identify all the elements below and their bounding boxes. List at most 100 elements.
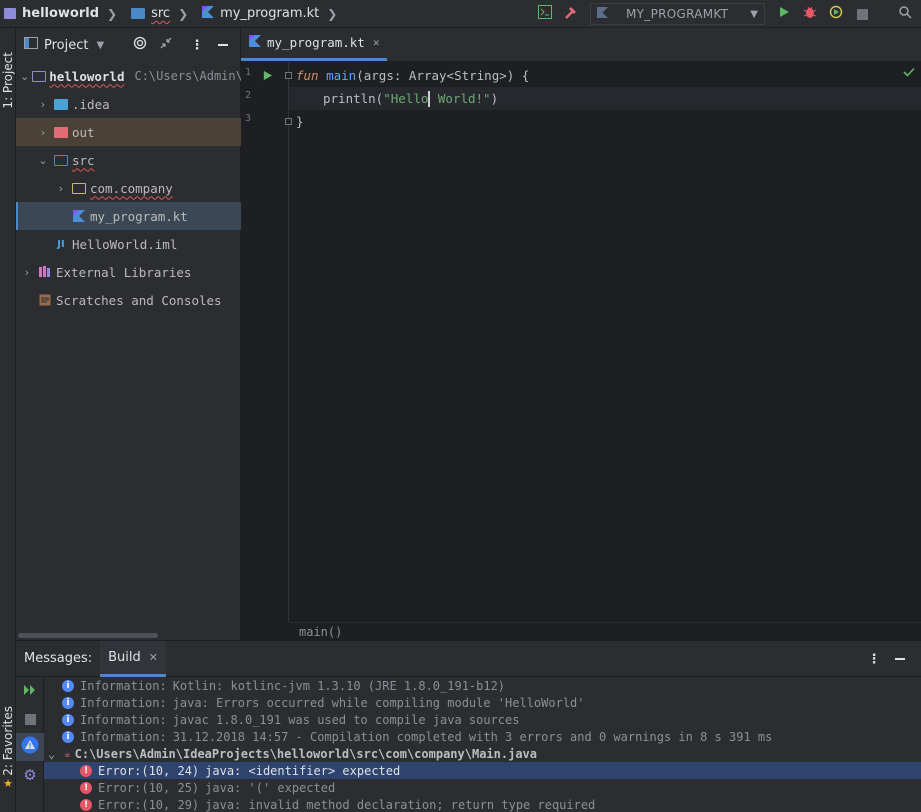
chevron-right-icon[interactable]: › — [36, 126, 50, 139]
list-item-error[interactable]: ! Error:(10, 29) java: invalid method de… — [44, 796, 921, 812]
message-kind: Error:(10, 25) — [98, 780, 200, 795]
breadcrumb-file[interactable]: my_program.kt ❯ — [198, 0, 347, 28]
function-call: println( — [323, 91, 384, 106]
editor-breadcrumb[interactable]: main() — [289, 622, 921, 640]
message-kind: Information: — [80, 678, 167, 693]
run-button[interactable] — [772, 2, 796, 26]
list-item-file[interactable]: ⌄ ☕ C:\Users\Admin\IdeaProjects\hellowor… — [44, 745, 921, 762]
chevron-down-icon[interactable]: ⌄ — [36, 154, 50, 167]
messages-panel: Messages: Build ✕ ⋮ ⚙ i Information: Kot… — [16, 640, 921, 812]
line-number: 2 — [245, 90, 252, 101]
kotlin-file-icon — [202, 5, 215, 22]
breadcrumb-project[interactable]: helloworld ❯ — [0, 0, 127, 28]
editor-tabs: my_program.kt ✕ — [241, 28, 921, 62]
tree-item-label: External Libraries — [56, 264, 192, 280]
message-kind: Error:(10, 24) — [98, 763, 200, 778]
kebab-menu-icon: ⋮ — [867, 651, 881, 667]
list-item[interactable]: i Information: 31.12.2018 14:57 - Compil… — [44, 728, 921, 745]
code-line-2: println("Hello World!") — [289, 87, 921, 110]
rerun-button[interactable] — [16, 677, 44, 705]
breadcrumb-file-label: my_program.kt — [220, 6, 320, 21]
chevron-down-icon[interactable]: ▼ — [96, 40, 104, 51]
tree-item-external-libraries[interactable]: › External Libraries — [16, 258, 241, 286]
message-kind: Error:(10, 29) — [98, 797, 200, 812]
tree-item-label: HelloWorld.iml — [72, 236, 178, 252]
warning-icon — [21, 736, 39, 758]
scroll-from-source-button[interactable] — [128, 33, 152, 57]
messages-panel-tools: ⋮ — [861, 647, 913, 671]
breadcrumb-src[interactable]: src ❯ — [127, 0, 198, 28]
terminal-button[interactable] — [533, 2, 557, 26]
chevron-down-icon[interactable]: ⌄ — [48, 747, 60, 761]
tree-item-idea[interactable]: › .idea — [16, 90, 241, 118]
horizontal-scrollbar[interactable] — [18, 633, 158, 638]
search-icon — [898, 5, 912, 23]
libraries-icon — [37, 265, 53, 279]
tree-item-out[interactable]: › out — [16, 118, 241, 146]
chevron-right-icon[interactable]: › — [54, 182, 68, 195]
iml-file-icon: JI — [57, 238, 65, 250]
editor-area: my_program.kt ✕ 1 2 3 fun main(args: Arr… — [241, 28, 921, 640]
tree-item-scratches[interactable]: Scratches and Consoles — [16, 286, 241, 314]
module-folder-icon — [32, 69, 47, 83]
star-icon: ★ — [3, 776, 13, 790]
messages-label: Messages: — [24, 651, 93, 666]
stop-button[interactable] — [16, 705, 44, 733]
tab-build[interactable]: Build ✕ — [100, 640, 166, 677]
info-icon: i — [62, 679, 74, 692]
chevron-right-icon[interactable]: › — [36, 98, 50, 111]
tree-item-src[interactable]: ⌄ src — [16, 146, 241, 174]
show-warnings-toggle[interactable] — [16, 733, 44, 761]
tab-label: my_program.kt — [267, 35, 365, 50]
list-item-error[interactable]: ! Error:(10, 24) java: <identifier> expe… — [44, 762, 921, 779]
left-tool-strip: 1: Project 2: Favorites ★ — [0, 28, 16, 812]
more-options-button[interactable]: ⋮ — [185, 33, 209, 57]
tree-item-com-company[interactable]: › com.company — [16, 174, 241, 202]
chevron-down-icon[interactable]: ⌄ — [20, 70, 29, 83]
list-item[interactable]: i Information: javac 1.8.0_191 was used … — [44, 711, 921, 728]
breadcrumb-src-label: src — [151, 6, 171, 21]
project-tree: ⌄ helloworld C:\Users\Admin\ › .idea › o… — [16, 62, 241, 314]
build-button[interactable] — [559, 2, 583, 26]
debug-button[interactable] — [798, 2, 822, 26]
run-configuration-select[interactable]: MY_PROGRAMKT ▼ — [590, 3, 765, 25]
inspection-ok-icon[interactable] — [903, 66, 915, 81]
close-icon[interactable]: ✕ — [373, 36, 380, 49]
chevron-right-icon[interactable]: › — [20, 266, 34, 279]
project-tool-tab[interactable]: 1: Project — [0, 32, 16, 128]
navigation-bar: helloworld ❯ src ❯ my_program.kt ❯ MY_PR… — [0, 0, 921, 28]
settings-button[interactable]: ⚙ — [16, 761, 44, 789]
terminal-icon — [538, 5, 552, 23]
tree-item-helloworld[interactable]: ⌄ helloworld C:\Users\Admin\ — [16, 62, 241, 90]
function-name: main — [326, 68, 357, 83]
coverage-icon — [829, 5, 843, 23]
list-item[interactable]: i Information: java: Errors occurred whi… — [44, 694, 921, 711]
list-item[interactable]: i Information: Kotlin: kotlinc-jvm 1.3.1… — [44, 677, 921, 694]
project-panel: Project ▼ ⋮ ⌄ helloworld C:\Users\Admin\… — [16, 28, 241, 640]
hide-panel-button[interactable] — [888, 647, 912, 671]
chevron-right-icon: ❯ — [327, 6, 338, 21]
code-area[interactable]: fun main(args: Array<String>) { println(… — [289, 62, 921, 622]
collapse-all-button[interactable] — [154, 33, 178, 57]
list-item-error[interactable]: ! Error:(10, 25) java: '(' expected — [44, 779, 921, 796]
project-view-selector[interactable]: Project — [44, 38, 88, 53]
coverage-button[interactable] — [824, 2, 848, 26]
code-line-1: fun main(args: Array<String>) { — [289, 64, 921, 87]
close-icon[interactable]: ✕ — [149, 651, 158, 664]
stop-icon — [856, 8, 868, 20]
tab-my-program[interactable]: my_program.kt ✕ — [241, 27, 388, 61]
tree-item-my-program[interactable]: my_program.kt — [16, 202, 241, 230]
tree-item-label: helloworld — [49, 68, 125, 84]
search-everywhere-button[interactable] — [893, 2, 917, 26]
tree-item-label: my_program.kt — [90, 208, 188, 224]
chevron-right-icon: ❯ — [107, 6, 118, 21]
run-gutter-icon[interactable] — [262, 70, 273, 85]
more-options-button[interactable]: ⋮ — [862, 647, 886, 671]
punctuation: ( — [356, 68, 364, 83]
tree-item-helloworld-iml[interactable]: JI HelloWorld.iml — [16, 230, 241, 258]
stop-button[interactable] — [850, 2, 874, 26]
hide-panel-button[interactable] — [211, 33, 235, 57]
scratches-icon — [37, 293, 53, 307]
tree-item-label: com.company — [90, 180, 173, 196]
project-panel-tools: ⋮ — [127, 33, 236, 57]
